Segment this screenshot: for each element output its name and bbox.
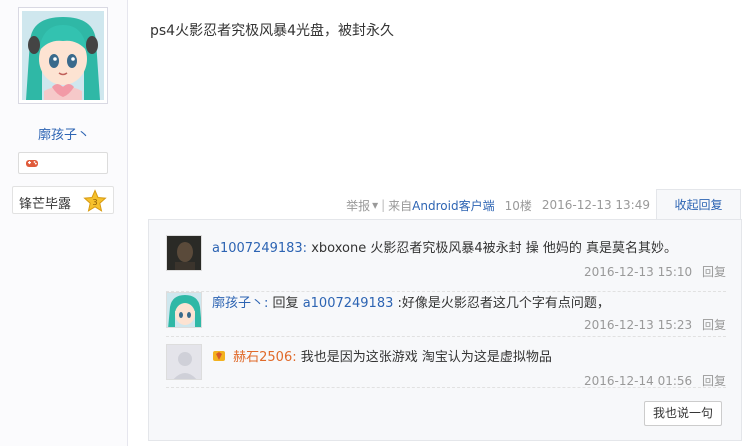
client-link[interactable]: Android客户端	[412, 197, 494, 214]
list-item: a1007249183: xboxone 火影忍者究极风暴4被永封 操 他妈的 …	[166, 235, 726, 292]
comment-panel: a1007249183: xboxone 火影忍者究极风暴4被永封 操 他妈的 …	[148, 219, 742, 441]
commenter-name[interactable]: 廓孩子丶:	[212, 296, 268, 311]
comment-text: 我也是因为这张游戏 淘宝认为这是虚拟物品	[300, 350, 552, 365]
commenter-name[interactable]: a1007249183:	[212, 241, 307, 256]
comment-time: 2016-12-14 01:56	[584, 374, 693, 388]
floor-number: 10楼	[504, 198, 532, 213]
star-icon: 3	[83, 189, 107, 212]
from-label: 来自	[388, 198, 413, 213]
add-comment-button[interactable]: 我也说一句	[644, 401, 722, 426]
avatar-image	[22, 11, 104, 100]
reply-link[interactable]: 回复	[702, 374, 726, 388]
comment-text: xboxone 火影忍者究极风暴4被永封 操 他妈的 真是莫名其妙。	[311, 241, 677, 256]
reply-link[interactable]: 回复	[702, 265, 726, 279]
comment-time: 2016-12-13 15:23	[584, 318, 693, 332]
gamepad-badge[interactable]	[18, 152, 108, 174]
tail-separator: |	[381, 198, 386, 212]
post-tail: 举报 ▾ | 来自 Android客户端 10楼 2016-12-13 13:4…	[346, 196, 650, 214]
commenter-avatar[interactable]	[166, 235, 202, 271]
reply-target-link[interactable]: a1007249183	[303, 296, 394, 311]
author-avatar[interactable]	[18, 7, 108, 104]
gem-icon	[213, 351, 225, 361]
commenter-avatar[interactable]	[166, 292, 202, 328]
list-item: 赫石2506: 我也是因为这张游戏 淘宝认为这是虚拟物品 2016-12-14 …	[166, 344, 726, 388]
post-time: 2016-12-13 13:49	[541, 198, 650, 212]
commenter-name[interactable]: 赫石2506:	[233, 350, 296, 365]
commenter-avatar[interactable]	[166, 344, 202, 380]
reply-link[interactable]: 回复	[702, 318, 726, 332]
svg-text:3: 3	[92, 198, 97, 207]
comment-time: 2016-12-13 15:10	[584, 265, 693, 279]
level-badge-label: 锋芒毕露	[19, 197, 72, 212]
author-panel: 廓孩子丶 锋芒毕露 3	[0, 0, 128, 446]
collapse-replies-button[interactable]: 收起回复	[656, 189, 741, 220]
level-badge[interactable]: 锋芒毕露 3	[12, 186, 114, 214]
reply-word: 回复	[272, 296, 299, 311]
list-item: 廓孩子丶: 回复 a1007249183 :好像是火影忍者这几个字有点问题， 2…	[166, 292, 726, 337]
report-arrow-icon[interactable]: ▾	[372, 198, 378, 212]
post-content: ps4火影忍者究极风暴4光盘，被封永久	[150, 23, 394, 39]
comment-text: :好像是火影忍者这几个字有点问题，	[397, 296, 610, 311]
author-name[interactable]: 廓孩子丶	[0, 124, 128, 143]
report-link[interactable]: 举报	[346, 197, 370, 214]
gamepad-icon	[26, 160, 38, 167]
